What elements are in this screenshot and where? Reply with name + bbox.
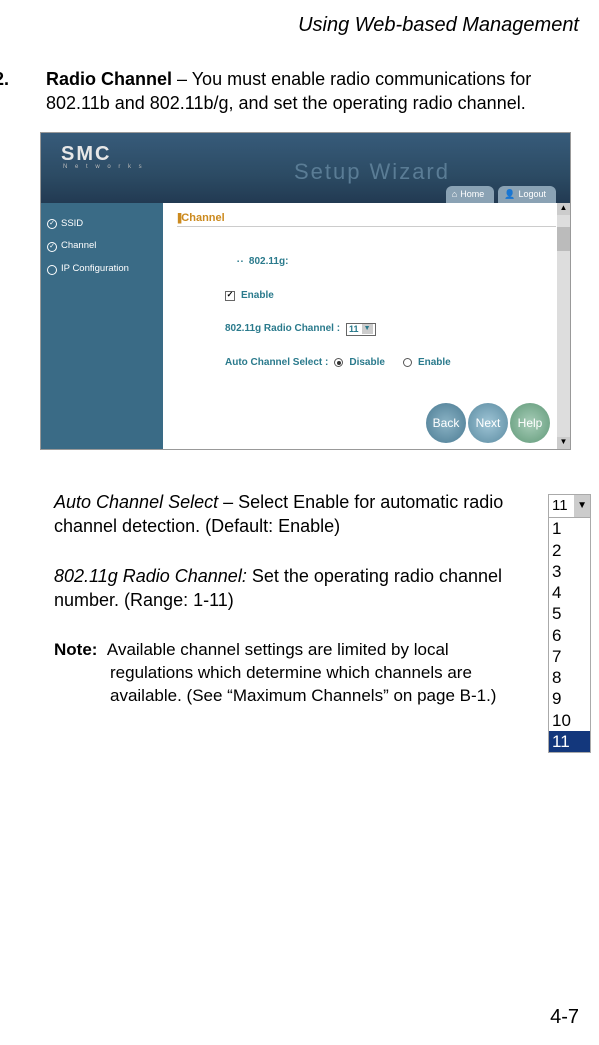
dropdown-option[interactable]: 3 [549,561,590,582]
smc-logo-sub: N e t w o r k s [63,163,145,171]
auto-disable-radio[interactable] [334,358,343,367]
sidebar-item-channel[interactable]: ✓ Channel [41,235,163,258]
radio-channel-select[interactable]: 11 ▼ [346,323,375,336]
scroll-down-icon[interactable]: ▼ [557,437,570,449]
screenshot-sidebar: ✓ SSID ✓ Channel IP Configuration [41,203,163,449]
enable-label: Enable [241,289,274,303]
auto-enable-radio[interactable] [403,358,412,367]
dropdown-option[interactable]: 5 [549,603,590,624]
page-header: Using Web-based Management [0,0,599,39]
screenshot-main: ||| Channel ▪ ▪ 802.11g: ✓ Enable 802.11… [163,203,570,449]
radio-channel-value: 11 [349,323,359,335]
help-button[interactable]: Help [510,403,550,443]
sidebar-item-ssid[interactable]: ✓ SSID [41,213,163,236]
dropdown-option[interactable]: 10 [549,710,590,731]
wizard-title: Setup Wizard [294,157,450,187]
dropdown-selected-value: 11 [549,495,574,517]
dropdown-option[interactable]: 2 [549,540,590,561]
dropdown-option[interactable]: 7 [549,646,590,667]
radio-channel-desc-title: 802.11g Radio Channel: [54,566,247,586]
home-label: Home [460,188,484,200]
screenshot-header: SMC N e t w o r k s Setup Wizard ⌂ Home … [41,133,570,203]
auto-disable-label: Disable [349,356,385,370]
dropdown-option[interactable]: 1 [549,518,590,539]
back-button[interactable]: Back [426,403,466,443]
step-number: 2. [20,67,46,91]
home-button[interactable]: ⌂ Home [446,186,494,202]
enable-checkbox[interactable]: ✓ [225,291,235,301]
scroll-up-icon[interactable]: ▲ [557,203,570,215]
chevron-down-icon: ▼ [574,495,590,517]
embedded-screenshot: SMC N e t w o r k s Setup Wizard ⌂ Home … [40,132,571,450]
scrollbar[interactable]: ▲ ▼ [557,203,570,449]
dropdown-option[interactable]: 8 [549,667,590,688]
step-intro: 2.Radio Channel – You must enable radio … [0,39,599,116]
note-text: Available channel settings are limited b… [107,640,497,705]
scroll-thumb[interactable] [557,227,570,251]
dropdown-options: 1234567891011 [549,518,590,752]
home-icon: ⌂ [452,188,457,200]
radio-channel-label: 802.11g Radio Channel : [225,322,340,336]
auto-channel-title: Auto Channel Select [54,492,218,512]
channel-dropdown-expanded: 11 ▼ 1234567891011 [548,494,591,753]
channel-heading: Channel [181,212,224,224]
auto-enable-label: Enable [418,356,451,370]
description-block: Auto Channel Select – Select Enable for … [0,450,534,708]
dropdown-option[interactable]: 4 [549,582,590,603]
sidebar-item-ipconfig[interactable]: IP Configuration [41,258,163,281]
section-80211g: 802.11g: [249,255,288,269]
check-icon: ✓ [47,242,57,252]
auto-channel-label: Auto Channel Select : [225,356,328,370]
check-icon: ✓ [47,219,57,229]
logout-button[interactable]: 👤 Logout [498,186,556,202]
logout-label: Logout [518,188,546,200]
bullet-icon: ▪ ▪ [237,258,243,266]
next-button[interactable]: Next [468,403,508,443]
empty-circle-icon [47,265,57,275]
dropdown-option[interactable]: 6 [549,625,590,646]
chevron-down-icon: ▼ [362,324,373,333]
sidebar-channel-label: Channel [61,240,96,253]
dropdown-option[interactable]: 11 [549,731,590,752]
logout-icon: 👤 [504,188,515,200]
page-number: 4-7 [550,1004,579,1031]
sidebar-ipconfig-label: IP Configuration [61,263,129,276]
dropdown-option[interactable]: 9 [549,688,590,709]
sidebar-ssid-label: SSID [61,218,83,231]
step-title: Radio Channel [46,69,172,89]
dropdown-selected[interactable]: 11 ▼ [549,495,590,518]
note-label: Note: [54,640,97,659]
